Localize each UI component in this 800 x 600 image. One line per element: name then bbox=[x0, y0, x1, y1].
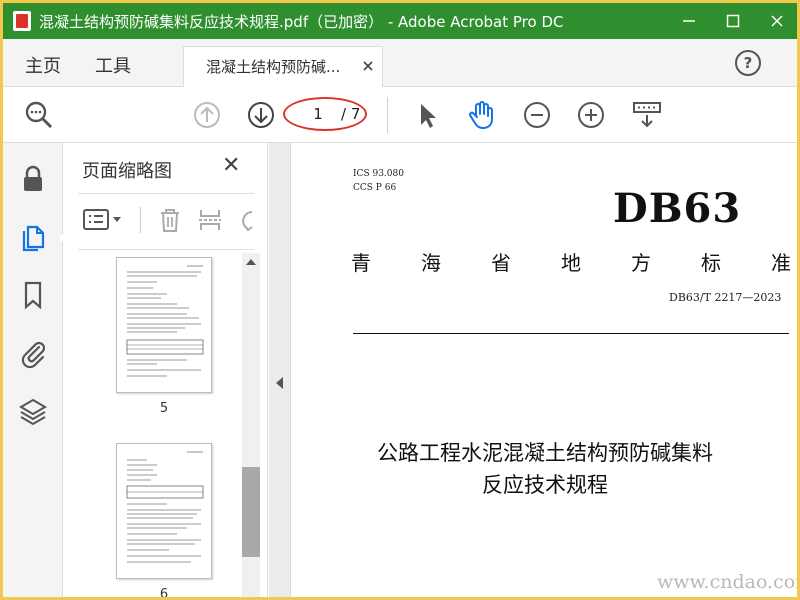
minimize-icon bbox=[683, 20, 695, 22]
bookmark-icon[interactable] bbox=[17, 279, 49, 311]
doc-ccs: CCS P 66 bbox=[353, 183, 397, 193]
panel-title: 页面缩略图 bbox=[82, 161, 172, 182]
panel-collapse-strip[interactable] bbox=[269, 143, 291, 597]
close-icon bbox=[771, 15, 783, 27]
doc-title-line2: 反应技术规程 bbox=[482, 473, 608, 497]
page-number-input[interactable]: 1 bbox=[301, 102, 335, 126]
zoom-out-icon[interactable] bbox=[521, 99, 553, 131]
doc-org-char: 青 bbox=[351, 251, 371, 275]
toolbar-divider bbox=[140, 207, 141, 233]
doc-org-char: 标 bbox=[701, 251, 721, 275]
doc-ics: ICS 93.080 bbox=[353, 169, 404, 179]
scrolling-mode-icon[interactable] bbox=[631, 99, 663, 131]
page-thumbnails-panel: 页面缩略图 ✕ 5 6 bbox=[64, 143, 268, 598]
doc-divider bbox=[353, 333, 789, 334]
doc-org-char: 省 bbox=[491, 251, 511, 275]
watermark: www.cndao.com bbox=[657, 571, 798, 593]
close-window-button[interactable] bbox=[755, 3, 797, 39]
collapse-arrow-icon bbox=[276, 377, 283, 389]
thumbnail-options-icon[interactable] bbox=[82, 207, 126, 233]
doc-standard-number: DB63/T 2217—2023 bbox=[669, 291, 782, 304]
maximize-button[interactable] bbox=[711, 3, 755, 39]
page-thumbnails-icon[interactable] bbox=[17, 221, 49, 253]
doc-org-char: 准 bbox=[771, 251, 791, 275]
scroll-up-arrow[interactable] bbox=[246, 259, 256, 265]
toolbar: 1 / 7 bbox=[3, 87, 797, 143]
toolbar-divider bbox=[387, 97, 388, 133]
doc-org-char: 海 bbox=[421, 251, 441, 275]
tab-document[interactable]: 混凝土结构预防碱... bbox=[183, 46, 383, 87]
document-tab-label: 混凝土结构预防碱... bbox=[206, 58, 341, 76]
close-icon bbox=[363, 61, 373, 71]
page-total-label: / 7 bbox=[341, 105, 361, 123]
thumbnail-page-content bbox=[126, 451, 204, 563]
delete-page-icon[interactable] bbox=[156, 206, 184, 234]
panel-divider bbox=[78, 193, 254, 194]
doc-org-char: 方 bbox=[631, 251, 651, 275]
thumbnail-page-6[interactable] bbox=[116, 443, 212, 579]
acrobat-app-icon bbox=[13, 11, 31, 31]
rotate-page-icon[interactable] bbox=[236, 206, 254, 234]
panel-close-button[interactable]: ✕ bbox=[222, 153, 240, 178]
zoom-in-icon[interactable] bbox=[575, 99, 607, 131]
hand-tool-icon[interactable] bbox=[465, 99, 497, 131]
window-title: 混凝土结构预防碱集料反应技术规程.pdf（已加密） - Adobe Acroba… bbox=[39, 13, 564, 31]
tab-tools[interactable]: 工具 bbox=[95, 52, 131, 78]
help-button[interactable]: ? bbox=[735, 50, 761, 76]
thumbnail-page-5[interactable] bbox=[116, 257, 212, 393]
doc-org-char: 地 bbox=[561, 251, 581, 275]
doc-org: 青 海 省 地 方 标 准 bbox=[351, 247, 791, 276]
minimize-button[interactable] bbox=[667, 3, 711, 39]
panel-divider bbox=[78, 249, 254, 250]
next-page-icon[interactable] bbox=[245, 99, 277, 131]
previous-page-icon[interactable] bbox=[191, 99, 223, 131]
lock-icon[interactable] bbox=[17, 163, 49, 195]
thumbnail-scrollbar[interactable] bbox=[242, 253, 260, 597]
document-tab-close-button[interactable] bbox=[362, 54, 374, 76]
layers-icon[interactable] bbox=[17, 395, 49, 427]
tab-home[interactable]: 主页 bbox=[25, 52, 61, 78]
doc-code: DB63 bbox=[613, 185, 742, 232]
title-bar: 混凝土结构预防碱集料反应技术规程.pdf（已加密） - Adobe Acroba… bbox=[3, 3, 797, 39]
scrollbar-thumb[interactable] bbox=[242, 467, 260, 557]
attachment-icon[interactable] bbox=[17, 337, 49, 369]
left-navigation-rail bbox=[3, 143, 68, 597]
document-page[interactable]: ICS 93.080 CCS P 66 DB63 青 海 省 地 方 标 准 D… bbox=[291, 143, 798, 597]
maximize-icon bbox=[726, 14, 740, 28]
thumbnail-page-content bbox=[126, 265, 204, 377]
zoom-search-icon[interactable] bbox=[23, 99, 55, 131]
acrobat-window: 混凝土结构预防碱集料反应技术规程.pdf（已加密） - Adobe Acroba… bbox=[2, 2, 798, 598]
select-cursor-icon[interactable] bbox=[411, 99, 443, 131]
doc-title-line1: 公路工程水泥混凝土结构预防碱集料 bbox=[377, 441, 713, 465]
tab-bar: 主页 工具 混凝土结构预防碱... ? bbox=[3, 39, 797, 87]
thumbnail-page-number: 6 bbox=[159, 587, 169, 598]
extract-page-icon[interactable] bbox=[196, 206, 224, 234]
thumbnail-page-number: 5 bbox=[159, 401, 169, 416]
